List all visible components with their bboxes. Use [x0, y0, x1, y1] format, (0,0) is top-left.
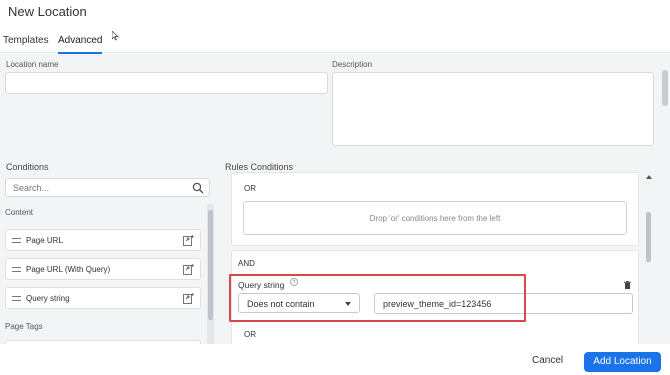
search-icon[interactable] [192, 182, 204, 194]
mouse-cursor-icon [112, 31, 119, 41]
cancel-button[interactable]: Cancel [532, 355, 563, 366]
rules-group-or: OR Drop 'or' conditions here from the le… [231, 172, 639, 246]
scroll-up-arrow-icon[interactable] [646, 175, 652, 179]
dialog-title: New Location [8, 4, 87, 19]
trash-icon[interactable] [624, 281, 631, 289]
rules-scrollbar[interactable] [645, 172, 653, 344]
conditions-scrollbar-thumb[interactable] [208, 210, 213, 320]
condition-item-label: Page URL (With Query) [26, 265, 111, 274]
page-scrollbar-thumb[interactable] [662, 70, 668, 106]
condition-item-page-url[interactable]: Page URL [5, 229, 201, 251]
drag-handle-icon[interactable] [12, 267, 21, 272]
or-label: OR [244, 184, 256, 193]
add-condition-icon[interactable] [183, 264, 194, 275]
tab-bar: Templates Advanced [0, 31, 670, 54]
tab-templates[interactable]: Templates [3, 35, 49, 46]
page-scrollbar[interactable] [660, 54, 670, 344]
tab-advanced[interactable]: Advanced [58, 35, 103, 54]
condition-item-label: Page URL [26, 236, 63, 245]
category-page-tags-label: Page Tags [5, 322, 43, 331]
search-placeholder: Search... [13, 183, 50, 193]
description-textarea[interactable] [332, 72, 654, 146]
or-label-2: OR [244, 330, 256, 339]
location-name-input[interactable] [5, 72, 328, 94]
condition-item-label: Query string [26, 294, 70, 303]
footer [0, 344, 670, 375]
condition-item-query-string[interactable]: Query string [5, 287, 201, 309]
add-condition-icon[interactable] [183, 235, 194, 246]
category-content-label: Content [5, 208, 34, 217]
location-name-label: Location name [6, 60, 59, 69]
add-location-button[interactable]: Add Location [584, 352, 661, 372]
rules-conditions-title: Rules Conditions [225, 162, 294, 172]
or-dropzone[interactable]: Drop 'or' conditions here from the left [243, 201, 627, 235]
drag-handle-icon[interactable] [12, 238, 21, 243]
add-condition-icon[interactable] [183, 293, 194, 304]
dropzone-text: Drop 'or' conditions here from the left [369, 214, 501, 223]
drag-handle-icon[interactable] [12, 296, 21, 301]
highlight-box [229, 274, 526, 322]
and-label: AND [238, 259, 255, 268]
condition-item-page-url-with-query[interactable]: Page URL (With Query) [5, 258, 201, 280]
rules-scrollbar-thumb[interactable] [646, 212, 651, 262]
conditions-search-input[interactable]: Search... [5, 178, 210, 197]
conditions-scrollbar[interactable] [207, 204, 214, 344]
description-label: Description [332, 60, 373, 69]
conditions-title: Conditions [6, 162, 49, 172]
